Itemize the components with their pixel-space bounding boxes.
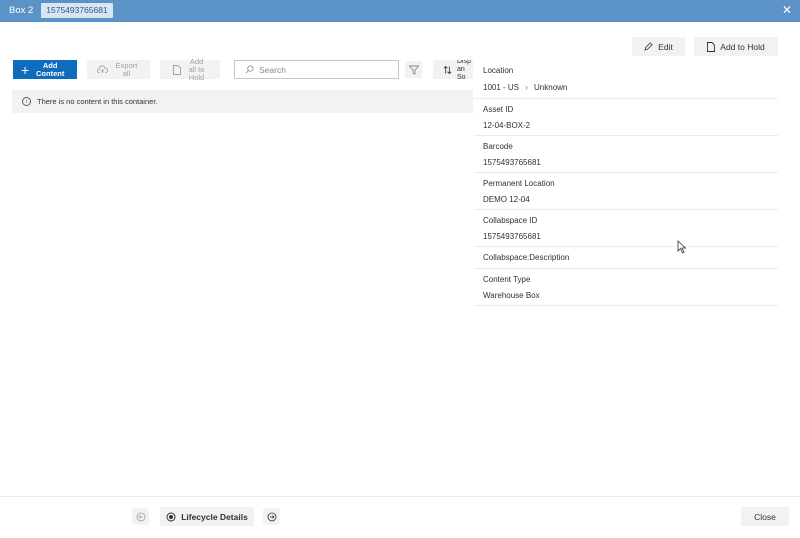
property-collabspace-description: Collabspace:Description <box>474 247 778 269</box>
location-sublevel: Unknown <box>534 82 568 92</box>
info-icon: i <box>22 97 31 106</box>
close-label: Close <box>754 511 776 522</box>
mouse-cursor-icon <box>677 240 687 254</box>
property-label: Collabspace ID <box>483 216 538 225</box>
sort-label: Disp an So <box>457 60 472 79</box>
next-icon <box>267 512 276 521</box>
document-icon <box>172 64 181 75</box>
property-label: Permanent Location <box>483 179 555 188</box>
property-value: 12-04-BOX-2 <box>483 121 531 130</box>
previous-button[interactable] <box>132 508 149 525</box>
property-content-type: Content Type Warehouse Box <box>474 269 778 306</box>
lifecycle-details-label: Lifecycle Details <box>181 511 248 522</box>
property-location: Location 1001 - US › Unknown <box>474 60 778 99</box>
close-icon[interactable]: ✕ <box>782 3 792 17</box>
location-value: 1001 - US <box>483 82 520 92</box>
edit-button[interactable]: Edit <box>632 37 685 56</box>
filter-button[interactable] <box>405 61 422 78</box>
sort-icon <box>443 65 452 74</box>
window-title: Box 2 <box>9 5 34 16</box>
document-icon <box>707 41 716 52</box>
property-label: Location <box>483 66 514 75</box>
previous-icon <box>136 512 145 521</box>
empty-content-message: i There is no content in this container. <box>12 90 473 113</box>
add-all-to-hold-button[interactable]: Add all to Hold <box>160 56 220 82</box>
empty-content-text: There is no content in this container. <box>37 97 158 106</box>
lifecycle-details-button[interactable]: Lifecycle Details <box>160 507 254 526</box>
property-label: Content Type <box>483 275 531 284</box>
property-value: DEMO 12-04 <box>483 195 530 204</box>
search-placeholder: Search <box>259 64 286 75</box>
pencil-icon <box>644 42 653 51</box>
add-all-to-hold-label: Add all to Hold <box>188 56 205 82</box>
property-value: Warehouse Box <box>483 291 540 300</box>
add-to-hold-label: Add to Hold <box>720 41 765 52</box>
sort-button[interactable]: Disp an So <box>433 60 473 79</box>
close-button[interactable]: Close <box>741 507 789 526</box>
property-label: Barcode <box>483 142 513 151</box>
chevron-right-icon: › <box>525 82 529 92</box>
filter-icon <box>408 65 419 75</box>
search-icon <box>245 65 254 74</box>
lifecycle-icon <box>166 512 176 521</box>
property-permanent-location: Permanent Location DEMO 12-04 <box>474 173 778 210</box>
add-to-hold-button[interactable]: Add to Hold <box>694 37 778 56</box>
property-barcode: Barcode 1575493765681 <box>474 136 778 173</box>
footer-divider <box>0 496 800 497</box>
property-asset-id: Asset ID 12-04-BOX-2 <box>474 99 778 136</box>
title-bar: Box 2 1575493765681 ✕ <box>0 0 800 22</box>
export-all-button[interactable]: Export all <box>87 60 150 79</box>
property-label: Collabspace:Description <box>483 253 570 262</box>
property-collabspace-id: Collabspace ID 1575493765681 <box>474 210 778 247</box>
cloud-upload-icon <box>96 65 108 74</box>
export-all-label: Export all <box>115 60 138 78</box>
property-label: Asset ID <box>483 105 514 114</box>
search-input[interactable]: Search <box>234 60 399 79</box>
add-content-button[interactable]: + Add Content <box>13 60 77 79</box>
next-button[interactable] <box>263 508 280 525</box>
add-content-label: Add Content <box>36 60 65 78</box>
plus-icon: + <box>21 61 30 78</box>
id-chip: 1575493765681 <box>41 3 113 18</box>
property-value: 1575493765681 <box>483 158 541 167</box>
edit-label: Edit <box>658 41 673 52</box>
property-value: 1001 - US › Unknown <box>483 82 567 92</box>
property-value: 1575493765681 <box>483 232 541 241</box>
